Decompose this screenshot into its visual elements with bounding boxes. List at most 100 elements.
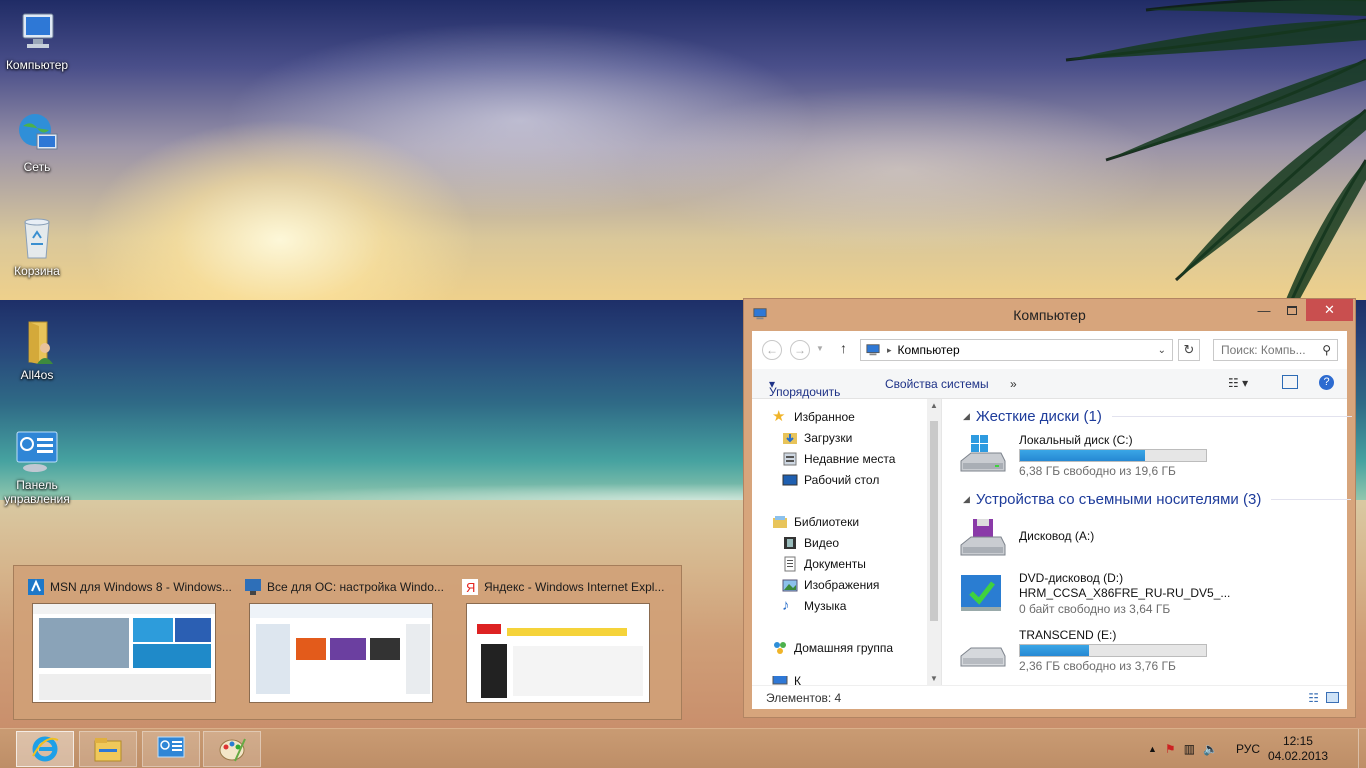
yandex-icon: Я [462, 579, 478, 595]
close-button[interactable]: ✕ [1306, 299, 1353, 321]
thumbnail-yandex[interactable]: Я Яндекс - Windows Internet Expl... [462, 576, 672, 706]
computer-icon [866, 344, 880, 356]
collapse-icon: ◢ [963, 494, 970, 504]
minimize-button[interactable]: — [1250, 299, 1278, 321]
paint-icon [219, 738, 246, 762]
minimize-icon: — [1257, 302, 1271, 318]
up-button[interactable]: ↑ [840, 340, 847, 356]
breadcrumb: Компьютер [897, 343, 960, 357]
internet-explorer-icon [32, 736, 59, 762]
group-header-hard-disks[interactable]: ◢ Жесткие диски (1) [963, 408, 1352, 425]
command-bar: Упорядочить ▾ Свойства системы » ☷ ▾ ? [752, 369, 1347, 399]
desktop-icon-all4os[interactable]: All4os [0, 318, 74, 382]
search-placeholder: Поиск: Компь... [1221, 343, 1306, 357]
images-icon [782, 579, 798, 592]
language-indicator[interactable]: РУС [1236, 742, 1260, 756]
nav-item-desktop[interactable]: Рабочий стол [782, 470, 879, 490]
thumbnail-preview [466, 603, 650, 703]
forward-button[interactable]: → [790, 340, 810, 360]
taskbar-explorer-button[interactable] [79, 731, 137, 767]
search-input[interactable]: Поиск: Компь... ⚲ [1213, 339, 1338, 361]
recent-locations-button[interactable]: ▼ [816, 344, 824, 353]
window-titlebar[interactable]: Компьютер — ✕ [744, 299, 1355, 329]
desktop-icon-label: Панель управления [4, 478, 70, 506]
maximize-icon [1287, 305, 1297, 315]
recent-places-icon [783, 452, 797, 466]
navigation-bar: ← → ▼ ↑ ▸ Компьютер ⌄ ↻ Поиск: Компь... … [752, 331, 1347, 369]
scrollbar-thumb[interactable] [930, 421, 938, 621]
nav-item-video[interactable]: Видео [782, 533, 839, 553]
desktop-icon-recycle-bin[interactable]: Корзина [0, 214, 74, 278]
taskbar: ▲ ⚑ ▥ 🔈 РУС 12:15 04.02.2013 [0, 728, 1366, 768]
thumbnail-preview [249, 603, 433, 703]
nav-item-documents[interactable]: Документы [782, 554, 866, 574]
clock-date: 04.02.2013 [1267, 749, 1328, 763]
maximize-button[interactable] [1278, 299, 1306, 321]
drive-usage-fill [1020, 450, 1145, 461]
explorer-window: Компьютер — ✕ ← → ▼ ↑ ▸ Компьютер ⌄ ↻ По… [743, 298, 1356, 718]
desktop-icon-network[interactable]: Сеть [0, 110, 74, 174]
refresh-button[interactable]: ↻ [1178, 339, 1200, 361]
taskbar-ie-button[interactable] [16, 731, 74, 767]
drive-free-space: 0 байт свободно из 3,64 ГБ [1019, 602, 1171, 616]
navigation-scrollbar[interactable]: ▲ ▼ [927, 399, 941, 685]
nav-item-libraries[interactable]: Библиотеки [772, 512, 859, 532]
desktop-icon-control-panel[interactable]: Панель управления [0, 428, 74, 506]
all4os-site-icon [245, 579, 261, 595]
desktop-icon-computer[interactable]: Компьютер [0, 8, 74, 72]
address-bar[interactable]: ▸ Компьютер ⌄ [860, 339, 1173, 361]
network-icon [13, 110, 61, 158]
drive-usage-fill [1020, 645, 1089, 656]
close-icon: ✕ [1324, 302, 1335, 317]
taskbar-paint-button[interactable] [203, 731, 261, 767]
hard-drive-windows-icon [960, 435, 1006, 472]
nav-item-images[interactable]: Изображения [782, 575, 879, 595]
clock-time: 12:15 [1282, 734, 1313, 748]
control-panel-icon [13, 428, 61, 476]
nav-item-homegroup[interactable]: Домашняя группа [772, 638, 893, 658]
nav-item-music[interactable]: ♪ Музыка [782, 596, 846, 616]
help-button[interactable]: ? [1319, 375, 1334, 390]
more-commands-button[interactable]: » [1010, 377, 1017, 391]
details-view-button[interactable]: ☷ [1308, 691, 1319, 705]
desktop-icon [782, 474, 798, 486]
desktop-icon-label: Корзина [14, 264, 60, 278]
drive-name: TRANSCEND (E:) [1019, 628, 1117, 642]
volume-icon[interactable]: 🔈 [1203, 742, 1218, 756]
show-hidden-icons-button[interactable]: ▲ [1148, 744, 1157, 754]
thumbnail-title: Яндекс - Windows Internet Expl... [484, 580, 665, 594]
group-header-removable[interactable]: ◢ Устройства со съемными носителями (3) [963, 491, 1352, 508]
network-status-icon[interactable]: ▥ [1184, 742, 1195, 756]
status-bar: Элементов: 4 ☷ [752, 685, 1347, 709]
thumbnail-title: MSN для Windows 8 - Windows... [50, 580, 232, 594]
libraries-icon [773, 516, 787, 528]
nav-item-favorites[interactable]: ★ Избранное [772, 407, 855, 427]
homegroup-icon [774, 642, 786, 654]
scroll-down-icon[interactable]: ▼ [930, 674, 938, 683]
taskbar-control-panel-button[interactable] [142, 731, 200, 767]
search-icon: ⚲ [1322, 343, 1331, 357]
show-desktop-button[interactable] [1358, 729, 1366, 768]
change-view-button[interactable]: ☷ ▾ [1228, 376, 1248, 390]
clock[interactable]: 12:15 04.02.2013 [1268, 734, 1328, 764]
thumbnail-all4os[interactable]: Все для ОС: настройка Windo... [245, 576, 455, 706]
scroll-up-icon[interactable]: ▲ [930, 401, 938, 410]
nav-item-recent[interactable]: Недавние места [782, 449, 895, 469]
desktop-icon-label: All4os [20, 368, 54, 382]
preview-pane-button[interactable] [1282, 375, 1298, 389]
usb-drive-icon [960, 647, 1006, 667]
action-center-flag-icon[interactable]: ⚑ [1165, 742, 1176, 756]
address-dropdown-icon[interactable]: ⌄ [1158, 345, 1166, 356]
large-icons-view-button[interactable] [1326, 692, 1339, 703]
recycle-bin-icon [13, 214, 61, 262]
back-button[interactable]: ← [762, 340, 782, 360]
system-properties-button[interactable]: Свойства системы [885, 377, 989, 391]
nav-item-downloads[interactable]: Загрузки [782, 428, 852, 448]
collapse-icon: ◢ [963, 411, 970, 421]
taskbar-thumbnail-popup: MSN для Windows 8 - Windows... Все для О… [13, 565, 682, 720]
organize-button[interactable]: Упорядочить ▾ [769, 377, 840, 399]
file-explorer-icon [94, 738, 122, 762]
msn-icon [28, 579, 44, 595]
floppy-drive-icon [960, 519, 1006, 556]
thumbnail-msn[interactable]: MSN для Windows 8 - Windows... [28, 576, 238, 706]
